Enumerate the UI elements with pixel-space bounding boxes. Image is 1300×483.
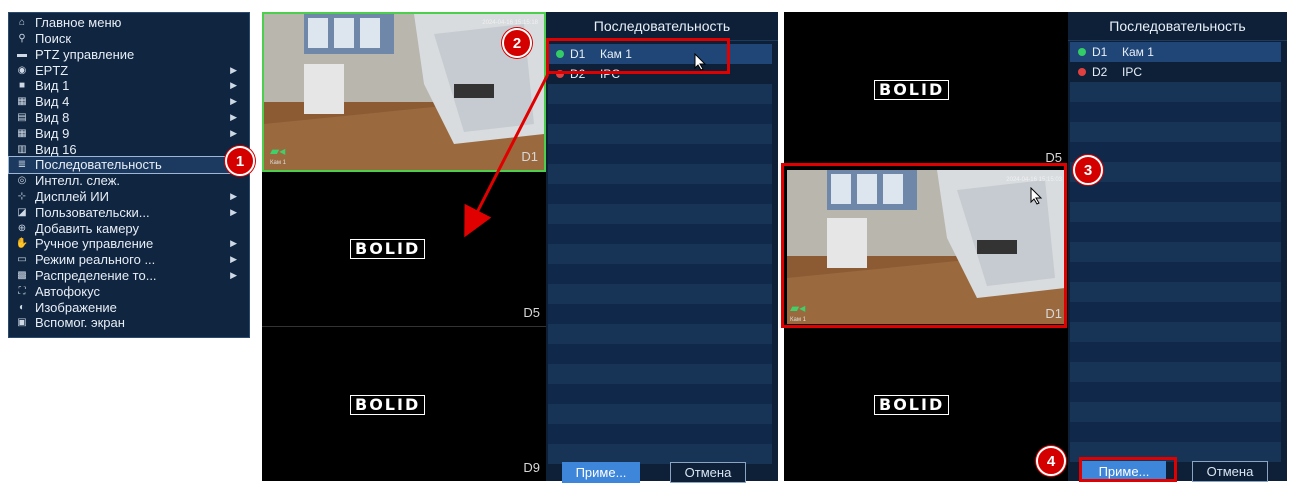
step-badge-3: 3 (1073, 155, 1103, 185)
step-badge-1: 1 (225, 146, 255, 176)
drag-arrow (464, 73, 550, 238)
step-badge-4: 4 (1036, 446, 1066, 476)
mouse-cursor-icon (1030, 187, 1043, 205)
mouse-cursor-icon (694, 53, 707, 71)
step-badge-2: 2 (502, 28, 532, 58)
